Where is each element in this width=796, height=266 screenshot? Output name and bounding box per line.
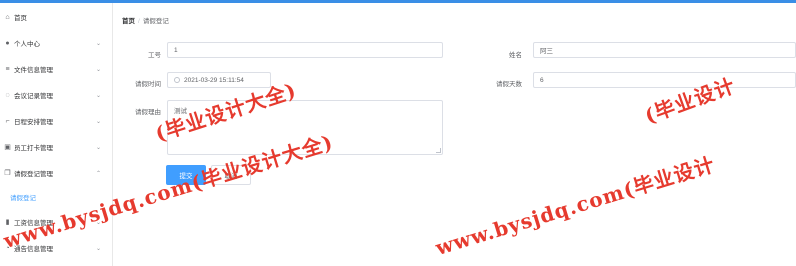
chevron-down-icon: ⌄ — [96, 144, 102, 151]
sidebar-item-home[interactable]: ⌂ 首页 — [0, 10, 113, 24]
chevron-down-icon: ⌄ — [96, 245, 102, 252]
sidebar-item-schedule[interactable]: ⌐ 日程安排管理 ⌄ — [0, 114, 113, 128]
sidebar-item-leave-management[interactable]: ❐ 请假登记管理 ⌃ — [0, 166, 113, 180]
breadcrumb: 首页 / 请假登记 — [122, 15, 169, 25]
sidebar-item-meeting-records[interactable]: ◌ 会议记录管理 ⌄ — [0, 88, 113, 102]
sidebar-item-label: 员工打卡管理 — [14, 145, 53, 152]
leave-days-label: 请假天数 — [496, 81, 522, 88]
chevron-down-icon: ⌄ — [96, 40, 102, 47]
resize-handle[interactable] — [436, 148, 441, 153]
crop-icon: ⌐ — [5, 117, 10, 125]
breadcrumb-separator: / — [138, 18, 140, 25]
breadcrumb-current: 请假登记 — [142, 18, 169, 25]
leave-time-label: 请假时间 — [135, 81, 161, 88]
sidebar-item-label: 请假登记管理 — [14, 171, 53, 178]
breadcrumb-home[interactable]: 首页 — [122, 18, 135, 25]
chevron-down-icon: ⌄ — [96, 92, 102, 99]
sidebar-item-personal-center[interactable]: ● 个人中心 ⌄ — [0, 36, 113, 50]
sidebar-item-label: 请假登记 — [10, 195, 36, 202]
sidebar-item-label: 文件信息管理 — [14, 67, 53, 74]
leave-days-input[interactable]: 6 — [533, 72, 796, 88]
employee-id-label: 工号 — [148, 52, 161, 59]
sidebar-item-label: 个人中心 — [14, 41, 40, 48]
clock-icon — [174, 77, 180, 83]
user-icon: ● — [5, 39, 10, 47]
name-label: 姓名 — [509, 52, 522, 59]
employee-id-input[interactable]: 1 — [167, 42, 443, 58]
sidebar-item-label: 首页 — [14, 15, 27, 22]
list-icon: ≡ — [5, 65, 10, 73]
home-icon: ⌂ — [5, 13, 10, 21]
sidebar-item-attendance[interactable]: ▣ 员工打卡管理 ⌄ — [0, 140, 113, 154]
chat-icon: ◌ — [5, 91, 10, 99]
sidebar-item-label: 日程安排管理 — [14, 119, 53, 126]
chevron-up-icon: ⌃ — [96, 170, 102, 177]
sidebar-item-file-management[interactable]: ≡ 文件信息管理 ⌄ — [0, 62, 113, 76]
leave-time-value: 2021-03-29 15:11:54 — [184, 76, 244, 84]
sidebar-item-label: 会议记录管理 — [14, 93, 53, 100]
chevron-down-icon: ⌄ — [96, 118, 102, 125]
document-icon: ▣ — [4, 144, 11, 151]
chevron-down-icon: ⌄ — [96, 66, 102, 73]
copy-icon: ❐ — [4, 170, 11, 177]
name-input[interactable]: 阿三 — [533, 42, 796, 58]
leave-reason-label: 请假理由 — [135, 109, 161, 116]
